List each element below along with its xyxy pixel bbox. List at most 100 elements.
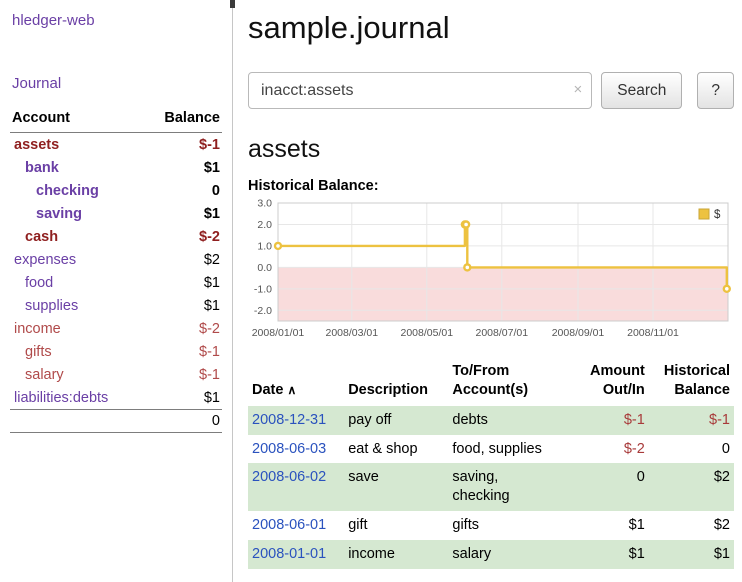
sidebar: hledger-web Journal Account Balance asse… [0,0,233,582]
pane-splitter-handle[interactable] [230,0,235,8]
register-balance-cell: $2 [649,511,734,540]
register-description-cell: save [344,463,448,511]
nav-journal-link[interactable]: Journal [12,75,222,92]
app-title-link[interactable]: hledger-web [12,12,222,29]
account-name-cell: salary [10,363,143,386]
sidebar-account-link[interactable]: cash [12,229,58,245]
sidebar-account-link[interactable]: gifts [12,344,52,360]
register-description-cell: eat & shop [344,435,448,464]
clear-search-icon[interactable]: × [573,82,582,97]
register-row: 2008-06-02savesaving, checking0$2 [248,463,734,511]
sidebar-account-link[interactable]: food [12,275,53,291]
register-accounts-cell: salary [448,540,578,569]
register-header-balance: Historical Balance [649,360,734,406]
search-box: × [248,72,592,109]
register-row: 2008-06-03eat & shopfood, supplies$-20 [248,435,734,464]
account-row: bank $1 [10,156,222,179]
x-axis-tick-label: 2008/11/01 [627,327,679,339]
x-axis-tick-label: 2008/07/01 [475,327,528,339]
register-row: 2008-12-31pay offdebts$-1$-1 [248,406,734,435]
account-name-cell: liabilities:debts [10,386,143,410]
register-header-date[interactable]: Date∧ [248,360,344,406]
sidebar-account-balance: $1 [143,156,222,179]
register-date-link[interactable]: 2008-06-01 [252,517,326,533]
register-balance-cell: $-1 [649,406,734,435]
y-axis-tick-label: 1.0 [257,240,272,252]
main-content: sample.journal × Search ? assets Histori… [233,0,742,582]
register-date-link[interactable]: 2008-12-31 [252,412,326,428]
account-name-cell: saving [10,202,143,225]
register-balance-cell: $1 [649,540,734,569]
sidebar-account-balance: $1 [143,202,222,225]
data-point-marker [724,286,730,292]
register-accounts-cell: saving, checking [448,463,578,511]
accounts-total-spacer [10,410,143,433]
register-date-cell: 2008-06-01 [248,511,344,540]
account-row: gifts $-1 [10,340,222,363]
register-amount-cell: 0 [579,463,649,511]
sidebar-account-balance: $2 [143,248,222,271]
sidebar-account-link[interactable]: bank [12,160,59,176]
register-description-cell: pay off [344,406,448,435]
register-header-amount: Amount Out/In [579,360,649,406]
account-name-cell: gifts [10,340,143,363]
register-date-cell: 2008-12-31 [248,406,344,435]
register-date-link[interactable]: 2008-06-02 [252,469,326,485]
sidebar-account-link[interactable]: checking [12,183,99,199]
accounts-header-row: Account Balance [10,107,222,133]
register-header-accounts: To/From Account(s) [448,360,578,406]
x-axis-tick-label: 2008/09/01 [552,327,605,339]
register-balance-cell: 0 [649,435,734,464]
accounts-total-value: 0 [143,410,222,433]
sidebar-account-link[interactable]: income [12,321,61,337]
register-table: Date∧ Description To/From Account(s) Amo… [248,360,734,569]
data-point-marker [463,222,469,228]
sidebar-account-balance: $-1 [143,133,222,157]
register-date-link[interactable]: 2008-01-01 [252,546,326,562]
register-date-cell: 2008-01-01 [248,540,344,569]
account-row: supplies $1 [10,294,222,317]
accounts-header-account: Account [10,107,143,133]
sidebar-account-balance: 0 [143,179,222,202]
account-row: expenses $2 [10,248,222,271]
sidebar-account-balance: $-1 [143,340,222,363]
search-input[interactable] [248,72,592,109]
sidebar-account-balance: $1 [143,294,222,317]
search-button[interactable]: Search [601,72,682,109]
y-axis-tick-label: -2.0 [254,305,272,317]
register-date-cell: 2008-06-03 [248,435,344,464]
account-name-cell: bank [10,156,143,179]
help-button[interactable]: ? [697,72,734,109]
account-row: salary $-1 [10,363,222,386]
sidebar-account-balance: $-2 [143,317,222,340]
register-row: 2008-06-01 giftgifts$1$2 [248,511,734,540]
y-axis-tick-label: 3.0 [257,198,272,210]
legend-color-swatch [699,209,709,219]
account-row: income $-2 [10,317,222,340]
sidebar-account-link[interactable]: salary [12,367,64,383]
search-bar: × Search ? [248,72,734,109]
account-name-cell: supplies [10,294,143,317]
y-axis-tick-label: 0.0 [257,262,272,274]
sidebar-account-link[interactable]: supplies [12,298,78,314]
sidebar-account-balance: $-1 [143,363,222,386]
sort-ascending-icon: ∧ [287,383,296,397]
account-name-cell: assets [10,133,143,157]
sidebar-account-link[interactable]: liabilities:debts [12,390,108,406]
sidebar-account-link[interactable]: expenses [12,252,76,268]
historical-balance-chart: 2008/01/012008/03/012008/05/012008/07/01… [248,197,733,349]
register-description-cell: gift [344,511,448,540]
account-row: saving $1 [10,202,222,225]
accounts-table: Account Balance assets $-1 bank $1 checking 0… [10,107,222,433]
register-amount-cell: $1 [579,511,649,540]
register-date-link[interactable]: 2008-06-03 [252,441,326,457]
account-name-cell: cash [10,225,143,248]
sidebar-account-link[interactable]: saving [12,206,82,222]
x-axis-tick-label: 2008/03/01 [325,327,378,339]
register-accounts-cell: gifts [448,511,578,540]
data-point-marker [275,243,281,249]
register-row: 2008-01-01incomesalary$1$1 [248,540,734,569]
register-description-cell: income [344,540,448,569]
sidebar-account-link[interactable]: assets [12,137,59,153]
sidebar-account-balance: $1 [143,271,222,294]
